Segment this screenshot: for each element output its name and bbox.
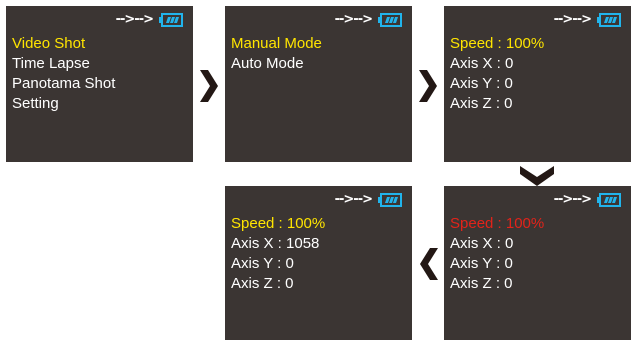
status-bar: -->-->: [554, 192, 621, 208]
menu-item-auto-mode[interactable]: Auto Mode: [231, 54, 322, 74]
menu-item-panorama-shot[interactable]: Panotama Shot: [12, 74, 115, 94]
screen-main-menu: -->--> Video Shot Time Lapse Panotama Sh…: [6, 6, 193, 162]
axis-y-value[interactable]: Axis Y : 0: [450, 74, 544, 94]
screen-mode-menu: -->--> Manual Mode Auto Mode: [225, 6, 412, 162]
arrow-down-icon: [520, 166, 554, 186]
connection-indicator: -->-->: [115, 12, 154, 27]
axis-y-value[interactable]: Axis Y : 0: [231, 254, 325, 274]
axis-x-value[interactable]: Axis X : 0: [450, 54, 544, 74]
arrow-left-icon: [420, 248, 438, 280]
connection-indicator: -->-->: [334, 192, 373, 207]
screen-manual-axes: -->--> Speed : 100% Axis X : 0 Axis Y : …: [444, 6, 631, 162]
speed-setting[interactable]: Speed : 100%: [450, 214, 544, 234]
arrow-right-icon: [419, 70, 437, 102]
axis-z-value[interactable]: Axis Z : 0: [450, 274, 544, 294]
status-bar: -->-->: [554, 12, 621, 28]
battery-icon: [597, 13, 621, 27]
menu-item-setting[interactable]: Setting: [12, 94, 115, 114]
status-bar: -->-->: [335, 192, 402, 208]
axis-z-value[interactable]: Axis Z : 0: [450, 94, 544, 114]
connection-indicator: -->-->: [553, 192, 592, 207]
axis-y-value[interactable]: Axis Y : 0: [450, 254, 544, 274]
axis-z-value[interactable]: Axis Z : 0: [231, 274, 325, 294]
battery-icon: [378, 193, 402, 207]
connection-indicator: -->-->: [553, 12, 592, 27]
axis-x-value[interactable]: Axis X : 1058: [231, 234, 325, 254]
menu-item-time-lapse[interactable]: Time Lapse: [12, 54, 115, 74]
status-bar: -->-->: [335, 12, 402, 28]
menu-item-manual-mode[interactable]: Manual Mode: [231, 34, 322, 54]
battery-icon: [378, 13, 402, 27]
arrow-right-icon: [200, 70, 218, 102]
battery-icon: [597, 193, 621, 207]
connection-indicator: -->-->: [334, 12, 373, 27]
menu-item-video-shot[interactable]: Video Shot: [12, 34, 115, 54]
screen-speed-edit: -->--> Speed : 100% Axis X : 0 Axis Y : …: [444, 186, 631, 340]
speed-setting[interactable]: Speed : 100%: [231, 214, 325, 234]
battery-icon: [159, 13, 183, 27]
speed-setting[interactable]: Speed : 100%: [450, 34, 544, 54]
status-bar: -->-->: [116, 12, 183, 28]
axis-x-value[interactable]: Axis X : 0: [450, 234, 544, 254]
screen-axis-result: -->--> Speed : 100% Axis X : 1058 Axis Y…: [225, 186, 412, 340]
